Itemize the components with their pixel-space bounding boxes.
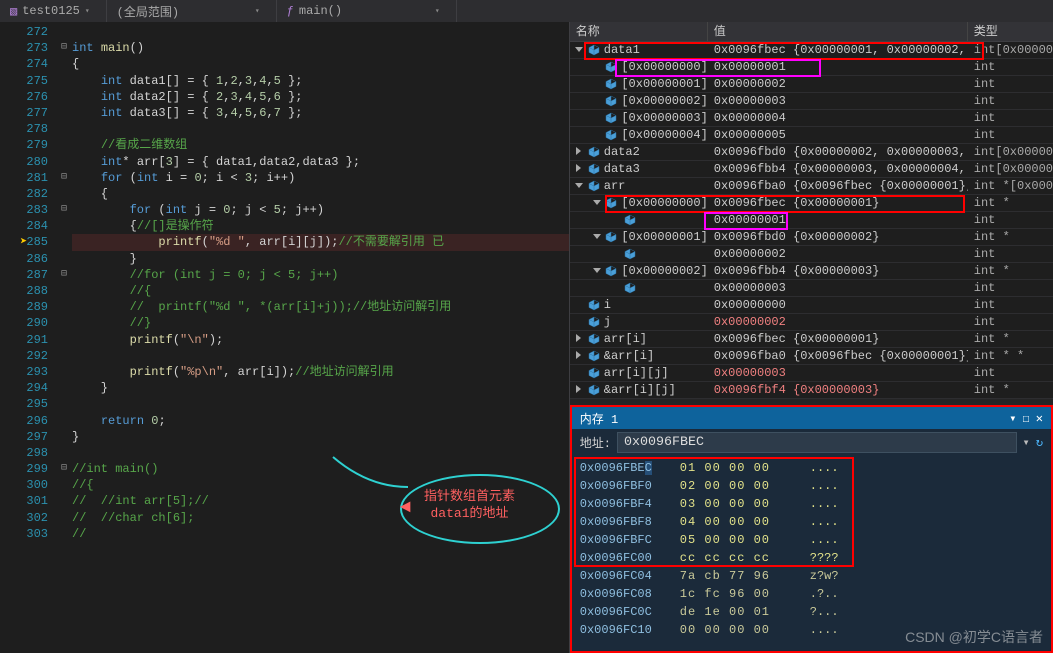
memory-row[interactable]: 0x0096FC047a cb 77 96z?w? bbox=[580, 567, 1043, 585]
watch-header-type[interactable]: 类型 bbox=[968, 22, 1053, 41]
annotation-text: 指针数组首元素 data1的地址 bbox=[424, 488, 515, 522]
watch-header-name[interactable]: 名称 bbox=[570, 22, 708, 41]
memory-row[interactable]: 0x0096FBF403 00 00 00.... bbox=[580, 495, 1043, 513]
chevron-down-icon[interactable]: ▾ bbox=[435, 6, 446, 16]
watch-row[interactable]: [0x00000001]0x00000002int bbox=[570, 76, 1053, 93]
memory-panel: 内存 1 ▾ ☐ ✕ 地址: ▾ ↻ 0x0096FBEC01 00 00 00… bbox=[570, 405, 1053, 653]
watch-row[interactable]: 0x00000001int bbox=[570, 212, 1053, 229]
function-tab[interactable]: ƒ main() ▾ bbox=[277, 0, 457, 22]
watch-row[interactable]: arr0x0096fba0 {0x0096fbec {0x00000001}, … bbox=[570, 178, 1053, 195]
fold-column[interactable]: ⊟⊟⊟⊟⊟ bbox=[56, 22, 72, 653]
memory-row[interactable]: 0x0096FBF002 00 00 00.... bbox=[580, 477, 1043, 495]
dropdown-icon[interactable]: ▾ bbox=[1023, 435, 1030, 450]
memory-row[interactable]: 0x0096FC0Cde 1e 00 01?... bbox=[580, 603, 1043, 621]
memory-addr-label: 地址: bbox=[580, 434, 611, 451]
watch-row[interactable]: [0x00000002]0x00000003int bbox=[570, 93, 1053, 110]
window-icon[interactable]: ☐ bbox=[1023, 411, 1030, 426]
annotation-arrow: ◄ bbox=[400, 498, 411, 518]
cpp-icon: ▧ bbox=[10, 4, 17, 19]
code-editor[interactable]: 2722732742752762772782792802812822832842… bbox=[0, 22, 569, 653]
scope-label: (全局范围) bbox=[117, 3, 179, 20]
watch-row[interactable]: [0x00000000]0x00000001int bbox=[570, 59, 1053, 76]
memory-row[interactable]: 0x0096FBFC05 00 00 00.... bbox=[580, 531, 1043, 549]
file-tab[interactable]: ▧ test0125 ▾ bbox=[0, 0, 107, 22]
watch-row[interactable]: 0x00000003int bbox=[570, 280, 1053, 297]
file-tab-label: test0125 bbox=[22, 4, 80, 18]
scope-tab[interactable]: (全局范围) ▾ bbox=[107, 0, 277, 22]
watch-row[interactable]: [0x00000000]0x0096fbec {0x00000001}int * bbox=[570, 195, 1053, 212]
function-icon: ƒ bbox=[287, 4, 294, 18]
dropdown-icon[interactable]: ▾ bbox=[1009, 411, 1016, 426]
watch-row[interactable]: j0x00000002int bbox=[570, 314, 1053, 331]
watch-row[interactable]: [0x00000001]0x0096fbd0 {0x00000002}int * bbox=[570, 229, 1053, 246]
close-icon[interactable]: ✕ bbox=[1036, 411, 1043, 426]
chevron-down-icon[interactable]: ▾ bbox=[85, 6, 96, 16]
watch-row[interactable]: [0x00000004]0x00000005int bbox=[570, 127, 1053, 144]
watch-row[interactable]: data10x0096fbec {0x00000001, 0x00000002,… bbox=[570, 42, 1053, 59]
watch-header-value[interactable]: 值 bbox=[708, 22, 968, 41]
watch-row[interactable]: data20x0096fbd0 {0x00000002, 0x00000003,… bbox=[570, 144, 1053, 161]
watch-row[interactable]: 0x00000002int bbox=[570, 246, 1053, 263]
watch-row[interactable]: data30x0096fbb4 {0x00000003, 0x00000004,… bbox=[570, 161, 1053, 178]
watch-row[interactable]: [0x00000003]0x00000004int bbox=[570, 110, 1053, 127]
memory-row[interactable]: 0x0096FC00cc cc cc cc???? bbox=[580, 549, 1043, 567]
memory-body[interactable]: 0x0096FBEC01 00 00 00....0x0096FBF002 00… bbox=[572, 455, 1051, 651]
watermark: CSDN @初学C语言者 bbox=[905, 627, 1043, 647]
code-area[interactable]: int main(){ int data1[] = { 1,2,3,4,5 };… bbox=[72, 22, 569, 653]
watch-row[interactable]: i0x00000000int bbox=[570, 297, 1053, 314]
memory-titlebar[interactable]: 内存 1 ▾ ☐ ✕ bbox=[572, 407, 1051, 429]
memory-title-text: 内存 1 bbox=[580, 410, 618, 427]
watch-row[interactable]: &arr[i][j]0x0096fbf4 {0x00000003}int * bbox=[570, 382, 1053, 399]
function-label: main() bbox=[299, 4, 342, 18]
watch-row[interactable]: [0x00000002]0x0096fbb4 {0x00000003}int * bbox=[570, 263, 1053, 280]
memory-row[interactable]: 0x0096FBF804 00 00 00.... bbox=[580, 513, 1043, 531]
watch-row[interactable]: arr[i]0x0096fbec {0x00000001}int * bbox=[570, 331, 1053, 348]
memory-address-row: 地址: ▾ ↻ bbox=[572, 429, 1051, 455]
watch-row[interactable]: &arr[i]0x0096fba0 {0x0096fbec {0x0000000… bbox=[570, 348, 1053, 365]
top-tabs: ▧ test0125 ▾ (全局范围) ▾ ƒ main() ▾ bbox=[0, 0, 1053, 22]
memory-row[interactable]: 0x0096FC081c fc 96 00.?.. bbox=[580, 585, 1043, 603]
memory-addr-input[interactable] bbox=[617, 432, 1017, 453]
watch-row[interactable]: arr[i][j]0x00000003int bbox=[570, 365, 1053, 382]
refresh-icon[interactable]: ↻ bbox=[1036, 435, 1043, 450]
watch-body[interactable]: data10x0096fbec {0x00000001, 0x00000002,… bbox=[570, 42, 1053, 399]
watch-header: 名称 值 类型 bbox=[570, 22, 1053, 42]
line-number-gutter: 2722732742752762772782792802812822832842… bbox=[0, 22, 56, 653]
memory-row[interactable]: 0x0096FBEC01 00 00 00.... bbox=[580, 459, 1043, 477]
chevron-down-icon[interactable]: ▾ bbox=[255, 6, 266, 16]
